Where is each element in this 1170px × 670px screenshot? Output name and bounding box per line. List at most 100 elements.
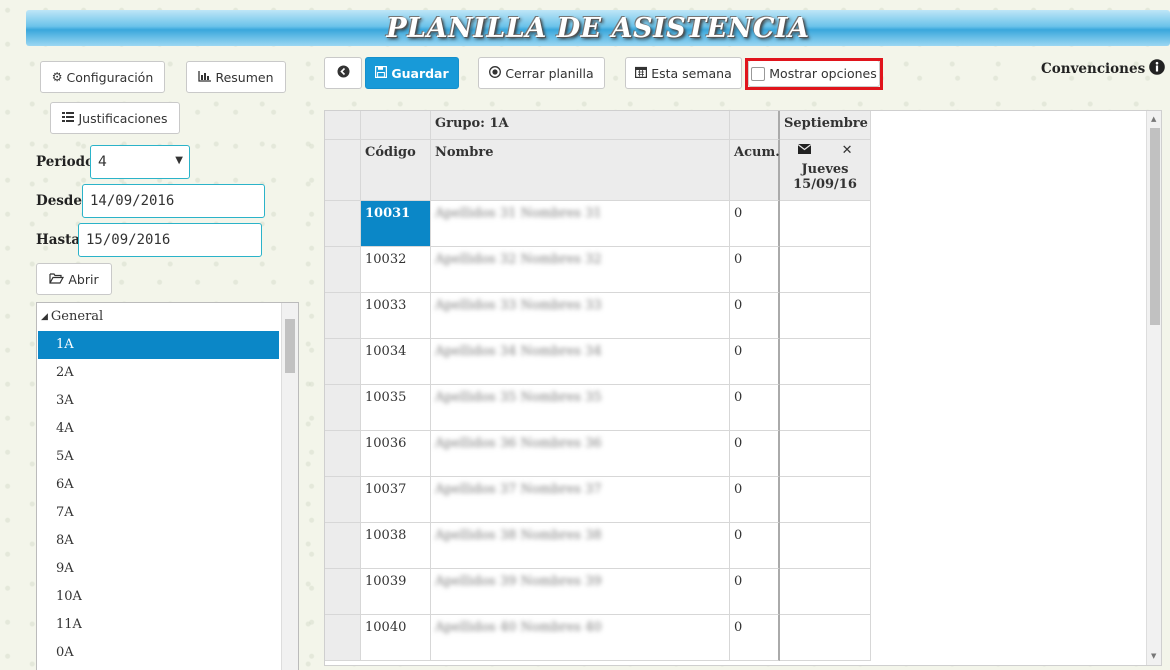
tree-item-8a[interactable]: 8A xyxy=(38,527,279,555)
codigo-cell[interactable]: 10032 xyxy=(361,247,431,293)
month-label: Septiembre xyxy=(784,116,868,131)
hasta-field[interactable]: 15/09/2016 xyxy=(78,223,262,257)
acum-cell[interactable]: 0 xyxy=(730,385,780,431)
tree-item-3a[interactable]: 3A xyxy=(38,387,279,415)
row-number-cell[interactable] xyxy=(325,293,361,339)
tree-item-6a[interactable]: 6A xyxy=(38,471,279,499)
grid-empty-area xyxy=(871,111,1146,665)
tree-root[interactable]: ◢ General xyxy=(41,309,103,324)
row-number-cell[interactable] xyxy=(325,615,361,661)
esta-semana-button[interactable]: Esta semana xyxy=(625,57,742,89)
acum-cell[interactable]: 0 xyxy=(730,247,780,293)
codigo-cell[interactable]: 10039 xyxy=(361,569,431,615)
resumen-button[interactable]: Resumen xyxy=(186,61,286,93)
tree-root-label: General xyxy=(50,309,104,324)
nombre-cell[interactable]: Apellidos 35 Nombres 35 xyxy=(431,385,730,431)
nombre-cell[interactable]: Apellidos 37 Nombres 37 xyxy=(431,477,730,523)
acum-cell[interactable]: 0 xyxy=(730,523,780,569)
nombre-cell[interactable]: Apellidos 36 Nombres 36 xyxy=(431,431,730,477)
codigo-cell[interactable]: 10031 xyxy=(361,201,431,247)
nombre-cell[interactable]: Apellidos 39 Nombres 39 xyxy=(431,569,730,615)
grid-scroll-thumb[interactable] xyxy=(1150,128,1160,325)
row-number-cell[interactable] xyxy=(325,339,361,385)
scroll-up-icon[interactable]: ▲ xyxy=(1151,115,1156,123)
gear-icon: ⚙ xyxy=(51,70,63,84)
grid-scrollbar[interactable]: ▲ ▼ xyxy=(1146,111,1161,665)
scroll-down-icon[interactable]: ▼ xyxy=(1151,652,1156,660)
tree-item-7a[interactable]: 7A xyxy=(38,499,279,527)
title-banner: PLANILLA DE ASISTENCIA xyxy=(26,10,1170,46)
row-number-cell[interactable] xyxy=(325,201,361,247)
codigo-cell[interactable]: 10037 xyxy=(361,477,431,523)
attendance-cell[interactable] xyxy=(780,201,871,247)
acum-cell[interactable]: 0 xyxy=(730,615,780,661)
attendance-cell[interactable] xyxy=(780,477,871,523)
tree-item-4a[interactable]: 4A xyxy=(38,415,279,443)
convenciones-link[interactable]: Convenciones xyxy=(1041,59,1165,79)
tree-scroll-thumb[interactable] xyxy=(285,319,295,373)
attendance-cell[interactable] xyxy=(780,523,871,569)
back-button[interactable] xyxy=(324,57,362,89)
justificaciones-button[interactable]: Justificaciones xyxy=(50,102,180,134)
desde-value: 14/09/2016 xyxy=(90,193,175,209)
periodo-select[interactable]: 4 ▼ xyxy=(90,145,190,179)
attendance-cell[interactable] xyxy=(780,385,871,431)
codigo-cell-text: 10039 xyxy=(365,574,407,589)
config-button[interactable]: ⚙ Configuración xyxy=(40,61,165,93)
nombre-cell[interactable]: Apellidos 33 Nombres 33 xyxy=(431,293,730,339)
codigo-cell[interactable]: 10040 xyxy=(361,615,431,661)
codigo-cell[interactable]: 10033 xyxy=(361,293,431,339)
nombre-cell[interactable]: Apellidos 40 Nombres 40 xyxy=(431,615,730,661)
cerrar-planilla-button[interactable]: Cerrar planilla xyxy=(478,57,605,89)
attendance-cell[interactable] xyxy=(780,431,871,477)
nombre-cell-text: Apellidos 38 Nombres 38 xyxy=(435,528,602,543)
attendance-cell[interactable] xyxy=(780,339,871,385)
guardar-button[interactable]: Guardar xyxy=(365,57,459,89)
nombre-cell-text: Apellidos 40 Nombres 40 xyxy=(435,620,602,635)
close-icon[interactable]: ✕ xyxy=(842,143,853,158)
config-button-label: Configuración xyxy=(66,69,154,85)
row-number-cell[interactable] xyxy=(325,431,361,477)
tree-item-2a[interactable]: 2A xyxy=(38,359,279,387)
codigo-cell[interactable]: 10038 xyxy=(361,523,431,569)
group-header: Grupo: 1A xyxy=(431,111,730,140)
nombre-cell[interactable]: Apellidos 32 Nombres 32 xyxy=(431,247,730,293)
envelope-icon[interactable] xyxy=(797,143,811,158)
codigo-cell[interactable]: 10034 xyxy=(361,339,431,385)
rownum-header xyxy=(325,140,361,201)
acum-cell[interactable]: 0 xyxy=(730,431,780,477)
acum-cell[interactable]: 0 xyxy=(730,477,780,523)
attendance-cell[interactable] xyxy=(780,247,871,293)
nombre-cell[interactable]: Apellidos 34 Nombres 34 xyxy=(431,339,730,385)
nombre-cell[interactable]: Apellidos 38 Nombres 38 xyxy=(431,523,730,569)
nombre-cell-text: Apellidos 37 Nombres 37 xyxy=(435,482,602,497)
tree-scrollbar[interactable] xyxy=(281,303,298,670)
attendance-cell[interactable] xyxy=(780,293,871,339)
tree-item-9a[interactable]: 9A xyxy=(38,555,279,583)
attendance-cell[interactable] xyxy=(780,615,871,661)
tree-item-10a[interactable]: 10A xyxy=(38,583,279,611)
acum-cell[interactable]: 0 xyxy=(730,339,780,385)
nombre-cell[interactable]: Apellidos 31 Nombres 31 xyxy=(431,201,730,247)
codigo-cell[interactable]: 10036 xyxy=(361,431,431,477)
row-number-cell[interactable] xyxy=(325,477,361,523)
col-acum-label: Acum. xyxy=(734,145,780,160)
acum-cell-text: 0 xyxy=(734,574,743,589)
row-number-cell[interactable] xyxy=(325,569,361,615)
attendance-cell[interactable] xyxy=(780,569,871,615)
abrir-button[interactable]: Abrir xyxy=(36,263,112,295)
row-number-cell[interactable] xyxy=(325,523,361,569)
acum-cell[interactable]: 0 xyxy=(730,293,780,339)
codigo-cell[interactable]: 10035 xyxy=(361,385,431,431)
row-number-cell[interactable] xyxy=(325,385,361,431)
tree-item-11a[interactable]: 11A xyxy=(38,611,279,639)
tree-item-1a[interactable]: 1A xyxy=(38,331,279,359)
acum-cell[interactable]: 0 xyxy=(730,569,780,615)
floppy-icon xyxy=(375,65,388,81)
nombre-cell-text: Apellidos 36 Nombres 36 xyxy=(435,436,602,451)
row-number-cell[interactable] xyxy=(325,247,361,293)
tree-item-5a[interactable]: 5A xyxy=(38,443,279,471)
desde-field[interactable]: 14/09/2016 xyxy=(82,184,265,218)
tree-item-0a[interactable]: 0A xyxy=(38,639,279,667)
acum-cell[interactable]: 0 xyxy=(730,201,780,247)
